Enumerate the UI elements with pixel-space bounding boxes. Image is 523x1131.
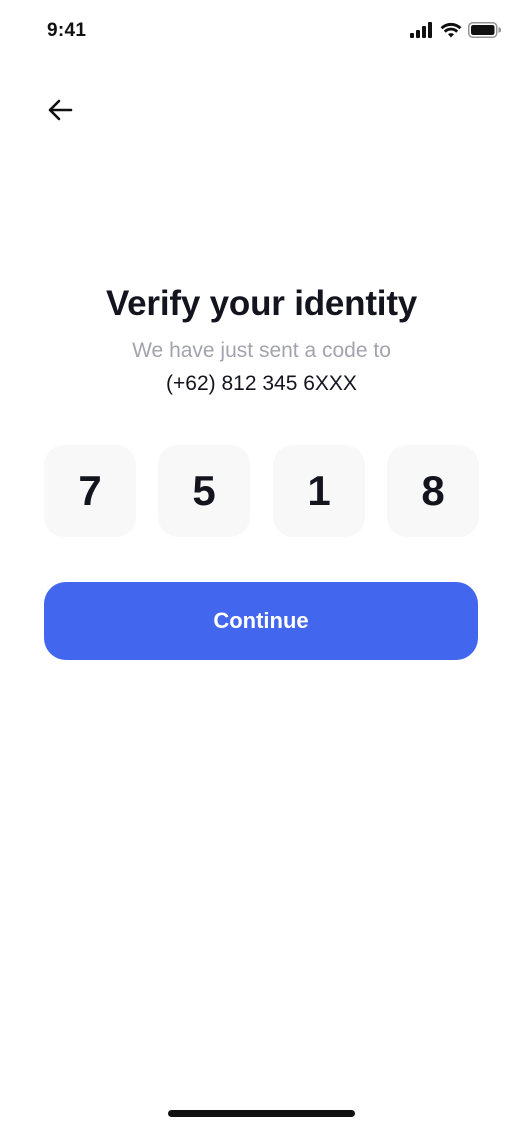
code-digit-1[interactable]: 7 bbox=[44, 445, 136, 537]
phone-number: (+62) 812 345 6XXX bbox=[166, 372, 357, 395]
home-indicator bbox=[168, 1110, 355, 1117]
battery-icon bbox=[468, 22, 502, 43]
verification-code-inputs: 7 5 1 8 bbox=[44, 445, 479, 537]
wifi-icon bbox=[440, 22, 462, 43]
status-icons bbox=[410, 22, 502, 43]
status-time: 9:41 bbox=[47, 20, 87, 41]
cellular-signal-icon bbox=[410, 22, 434, 43]
arrow-left-icon bbox=[47, 99, 73, 126]
page-title: Verify your identity bbox=[105, 284, 418, 323]
code-digit-2[interactable]: 5 bbox=[158, 445, 250, 537]
subtitle: We have just sent a code to bbox=[132, 339, 391, 362]
code-digit-3[interactable]: 1 bbox=[273, 445, 365, 537]
back-button[interactable] bbox=[40, 92, 80, 132]
status-bar: 9:41 bbox=[0, 0, 523, 66]
code-digit-4[interactable]: 8 bbox=[387, 445, 479, 537]
continue-button[interactable]: Continue bbox=[44, 582, 478, 660]
